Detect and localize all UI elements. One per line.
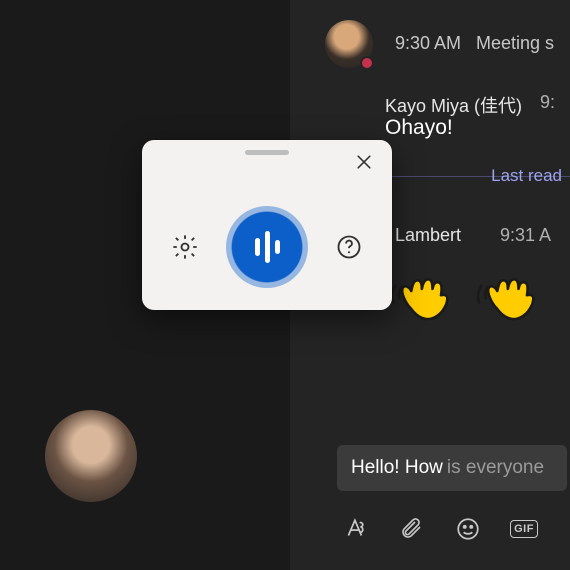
mic-waveform-icon [255, 231, 280, 263]
emoji-button[interactable] [452, 513, 484, 545]
presence-busy-icon [360, 56, 374, 70]
voice-dictation-panel [142, 140, 392, 310]
help-button[interactable] [332, 230, 366, 264]
message-text: Ohayo! [385, 116, 453, 140]
gif-button[interactable]: GIF [508, 513, 540, 545]
message-label: Meeting s [476, 33, 554, 54]
compose-input[interactable]: Hello! How is everyone [337, 445, 567, 491]
compose-suggestion-text: is everyone [447, 457, 544, 479]
message-author: Kayo Miya (佳代) [385, 92, 522, 118]
avatar[interactable] [45, 410, 137, 502]
last-read-label: Last read [491, 166, 562, 186]
attach-button[interactable] [396, 513, 428, 545]
format-button[interactable] [340, 513, 372, 545]
reaction-row [390, 258, 544, 326]
message-time: 9:31 A [500, 225, 551, 246]
message-time: 9:30 AM [395, 33, 461, 54]
wave-emoji-icon [476, 258, 544, 326]
compose-typed-text: Hello! How [351, 457, 443, 479]
message-author: n Lambert [380, 225, 461, 246]
drag-handle[interactable] [245, 150, 289, 155]
close-button[interactable] [354, 152, 378, 176]
message-time: 9: [540, 92, 555, 113]
sticker-button[interactable] [564, 513, 570, 545]
gif-label: GIF [510, 520, 538, 538]
compose-toolbar: GIF [340, 513, 570, 545]
wave-emoji-icon [390, 258, 458, 326]
settings-button[interactable] [168, 230, 202, 264]
microphone-button[interactable] [226, 206, 308, 288]
